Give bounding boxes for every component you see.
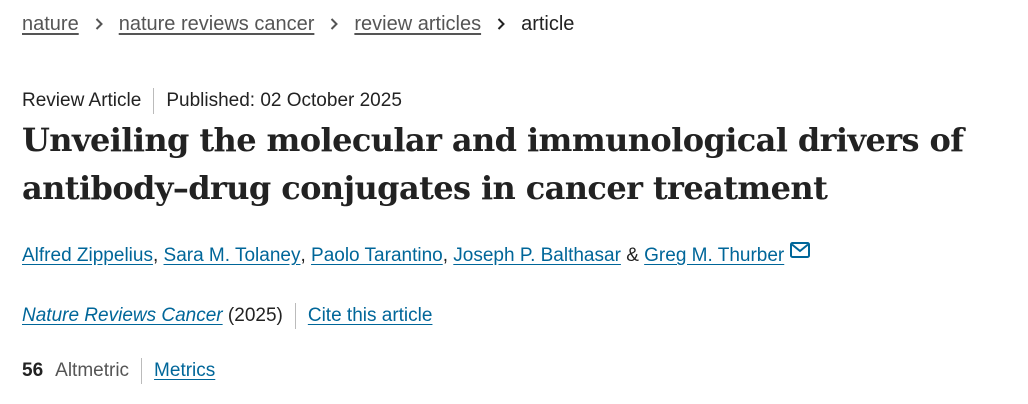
author-link[interactable]: Paolo Tarantino <box>311 244 443 268</box>
journal-link[interactable]: Nature Reviews Cancer <box>22 304 223 328</box>
author-separator: , <box>442 245 449 266</box>
author-separator: , <box>152 245 159 266</box>
author-list: Alfred Zippelius , Sara M. Tolaney , Pao… <box>22 241 811 268</box>
title-line-2: antibody–drug conjugates in cancer treat… <box>22 169 828 207</box>
chevron-right-icon <box>481 18 521 30</box>
author-ampersand: & <box>626 245 639 266</box>
divider <box>141 358 143 384</box>
metrics-link[interactable]: Metrics <box>154 359 215 383</box>
author-link[interactable]: Alfred Zippelius <box>22 244 153 268</box>
published-date: Published: 02 October 2025 <box>166 90 402 111</box>
cite-article-link[interactable]: Cite this article <box>308 304 433 328</box>
breadcrumb: nature nature reviews cancer review arti… <box>22 12 574 36</box>
author-link[interactable]: Sara M. Tolaney <box>164 244 301 268</box>
envelope-icon[interactable] <box>790 241 811 265</box>
chevron-right-icon <box>79 18 119 30</box>
altmetric-score[interactable]: 56 <box>22 359 43 383</box>
title-line-1: Unveiling the molecular and immunologica… <box>22 121 964 159</box>
breadcrumb-link-nature[interactable]: nature <box>22 12 79 36</box>
chevron-right-icon <box>314 18 354 30</box>
divider <box>294 303 296 329</box>
metrics-line: 56 Altmetric Metrics <box>22 358 215 384</box>
altmetric-label: Altmetric <box>55 360 130 381</box>
breadcrumb-current: article <box>521 13 575 35</box>
author-separator: , <box>300 245 306 266</box>
article-type: Review Article <box>22 90 142 111</box>
breadcrumb-link-review-articles[interactable]: review articles <box>354 12 481 36</box>
journal-year: (2025) <box>227 305 283 326</box>
author-link[interactable]: Joseph P. Balthasar <box>453 244 621 268</box>
breadcrumb-link-journal[interactable]: nature reviews cancer <box>119 12 315 36</box>
article-meta: Review Article Published: 02 October 202… <box>22 88 402 114</box>
article-title: Unveiling the molecular and immunologica… <box>22 116 1022 212</box>
article-header: nature nature reviews cancer review arti… <box>0 0 1028 404</box>
journal-line: Nature Reviews Cancer (2025) Cite this a… <box>22 303 432 329</box>
divider <box>153 88 155 114</box>
author-link[interactable]: Greg M. Thurber <box>644 244 784 268</box>
